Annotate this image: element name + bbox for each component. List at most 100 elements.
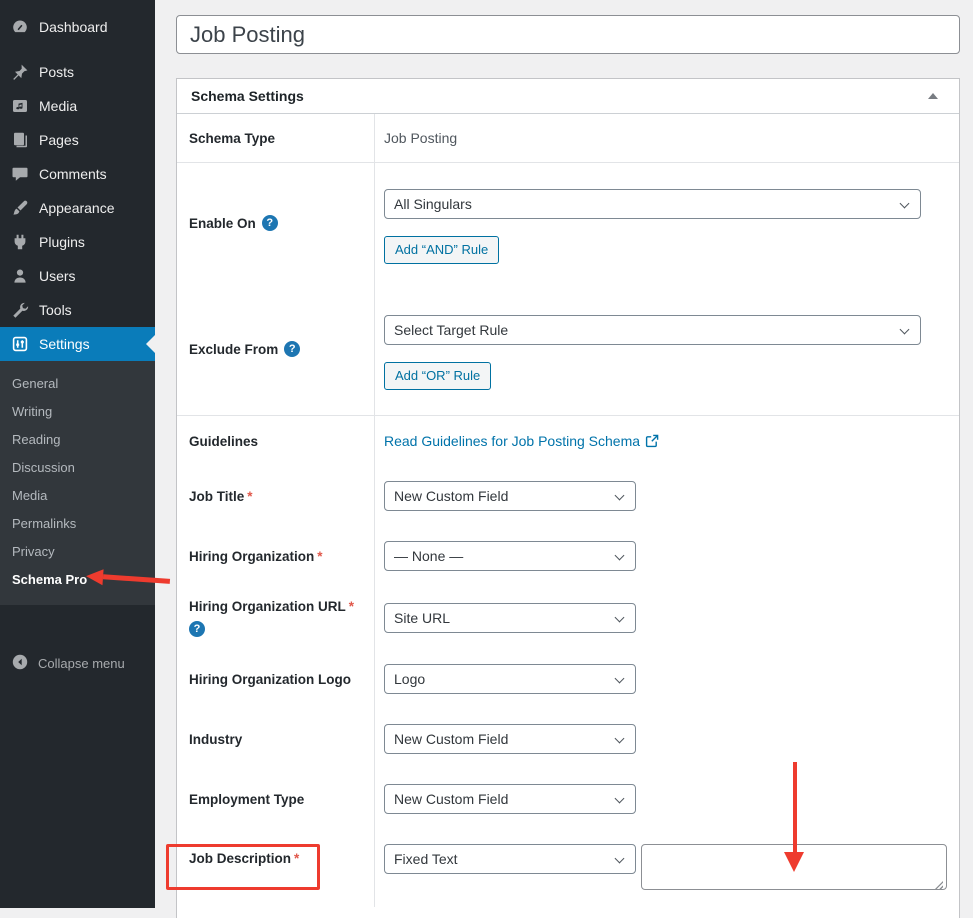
sidebar-item-label: Settings	[39, 336, 90, 352]
sidebar-item-label: Appearance	[39, 200, 115, 216]
exclude-from-select[interactable]: Select Target Rule	[384, 315, 921, 345]
panel-title: Schema Settings	[191, 88, 304, 104]
field-label: Employment Type	[189, 792, 307, 807]
field-label: Hiring Organization Logo	[189, 672, 354, 687]
row-industry: Industry New Custom Field	[177, 709, 959, 769]
sidebar-item-label: Media	[39, 98, 77, 114]
add-and-rule-button[interactable]: Add “AND” Rule	[384, 236, 499, 264]
field-label: Guidelines	[189, 434, 258, 449]
schema-type-value: Job Posting	[384, 130, 457, 146]
sidebar-item-appearance[interactable]: Appearance	[0, 191, 155, 225]
chevron-down-icon	[900, 325, 910, 335]
chevron-down-icon	[615, 674, 625, 684]
panel-collapse-toggle[interactable]	[921, 84, 945, 108]
help-icon[interactable]	[189, 621, 205, 637]
row-targeting: Enable On Exclude From All Singulars Add…	[177, 163, 959, 416]
select-value: New Custom Field	[394, 731, 508, 747]
pages-icon	[10, 130, 30, 150]
sliders-icon	[10, 334, 30, 354]
submenu-item-permalinks[interactable]: Permalinks	[0, 509, 155, 537]
chevron-down-icon	[615, 794, 625, 804]
sidebar-item-comments[interactable]: Comments	[0, 157, 155, 191]
field-label: Hiring Organization*	[189, 549, 323, 564]
sidebar-item-label: Pages	[39, 132, 79, 148]
schema-settings-panel: Schema Settings Schema Type Job Posting …	[176, 78, 960, 918]
sidebar-item-label: Dashboard	[39, 19, 108, 35]
row-job-title: Job Title* New Custom Field	[177, 466, 959, 526]
select-value: Logo	[394, 671, 425, 687]
job-title-select[interactable]: New Custom Field	[384, 481, 636, 511]
select-value: All Singulars	[394, 196, 472, 212]
help-icon[interactable]	[284, 341, 300, 357]
chevron-down-icon	[615, 491, 625, 501]
chevron-down-icon	[615, 551, 625, 561]
add-or-rule-button[interactable]: Add “OR” Rule	[384, 362, 491, 390]
sidebar-item-pages[interactable]: Pages	[0, 123, 155, 157]
select-value: — None —	[394, 548, 463, 564]
submenu-item-general[interactable]: General	[0, 369, 155, 397]
sidebar-item-media[interactable]: Media	[0, 89, 155, 123]
field-label: Job Title*	[189, 489, 253, 504]
hiring-organization-select[interactable]: — None —	[384, 541, 636, 571]
select-value: Site URL	[394, 610, 450, 626]
row-hiring-organization: Hiring Organization* — None —	[177, 526, 959, 586]
brush-icon	[10, 198, 30, 218]
sidebar-item-dashboard[interactable]: Dashboard	[0, 10, 155, 44]
select-value: Fixed Text	[394, 851, 458, 867]
admin-sidebar: Dashboard Posts Media Pages Comments	[0, 0, 155, 908]
guidelines-link[interactable]: Read Guidelines for Job Posting Schema	[384, 433, 659, 449]
collapse-triangle-icon	[928, 93, 938, 99]
active-menu-notch	[146, 335, 155, 353]
menu-separator	[0, 44, 155, 55]
collapse-menu-label: Collapse menu	[38, 656, 125, 671]
industry-select[interactable]: New Custom Field	[384, 724, 636, 754]
row-schema-type: Schema Type Job Posting	[177, 114, 959, 163]
submenu-item-writing[interactable]: Writing	[0, 397, 155, 425]
enable-on-label: Enable On	[189, 215, 278, 231]
job-description-select[interactable]: Fixed Text	[384, 844, 636, 874]
main-content: Schema Settings Schema Type Job Posting …	[155, 0, 973, 908]
select-value: New Custom Field	[394, 791, 508, 807]
sidebar-item-label: Users	[39, 268, 76, 284]
sidebar-item-plugins[interactable]: Plugins	[0, 225, 155, 259]
collapse-arrow-icon	[11, 653, 29, 674]
row-hiring-organization-logo: Hiring Organization Logo Logo	[177, 649, 959, 709]
dashboard-icon	[10, 17, 30, 37]
sidebar-item-label: Comments	[39, 166, 107, 182]
help-icon[interactable]	[262, 215, 278, 231]
sidebar-item-users[interactable]: Users	[0, 259, 155, 293]
panel-header: Schema Settings	[177, 79, 959, 114]
sidebar-item-label: Posts	[39, 64, 74, 80]
sidebar-item-settings[interactable]: Settings	[0, 327, 155, 361]
field-label: Industry	[189, 732, 245, 747]
schema-title-input[interactable]	[176, 15, 960, 54]
settings-submenu: General Writing Reading Discussion Media…	[0, 361, 155, 605]
row-hiring-organization-url: Hiring Organization URL* Site URL	[177, 586, 959, 649]
select-value: Select Target Rule	[394, 322, 508, 338]
sidebar-item-label: Tools	[39, 302, 72, 318]
hiring-organization-logo-select[interactable]: Logo	[384, 664, 636, 694]
field-label: Schema Type	[189, 131, 275, 146]
sidebar-item-posts[interactable]: Posts	[0, 55, 155, 89]
plugin-icon	[10, 232, 30, 252]
hiring-organization-url-select[interactable]: Site URL	[384, 603, 636, 633]
sidebar-item-tools[interactable]: Tools	[0, 293, 155, 327]
media-icon	[10, 96, 30, 116]
chevron-down-icon	[615, 612, 625, 622]
sidebar-item-label: Plugins	[39, 234, 85, 250]
employment-type-select[interactable]: New Custom Field	[384, 784, 636, 814]
select-value: New Custom Field	[394, 488, 508, 504]
exclude-from-label: Exclude From	[189, 341, 300, 357]
external-link-icon	[645, 434, 659, 448]
comment-icon	[10, 164, 30, 184]
submenu-item-discussion[interactable]: Discussion	[0, 453, 155, 481]
row-guidelines: Guidelines Read Guidelines for Job Posti…	[177, 416, 959, 466]
enable-on-select[interactable]: All Singulars	[384, 189, 921, 219]
submenu-item-media[interactable]: Media	[0, 481, 155, 509]
collapse-menu-button[interactable]: Collapse menu	[0, 649, 155, 677]
submenu-item-reading[interactable]: Reading	[0, 425, 155, 453]
submenu-item-privacy[interactable]: Privacy	[0, 537, 155, 565]
pushpin-icon	[10, 62, 30, 82]
row-employment-type: Employment Type New Custom Field	[177, 769, 959, 829]
annotation-arrow-down	[784, 762, 805, 872]
